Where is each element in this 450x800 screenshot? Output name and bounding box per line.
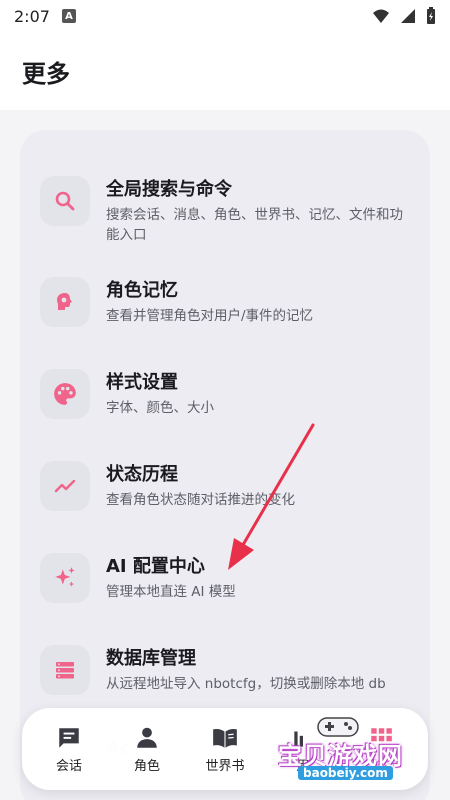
menu-item-desc: 管理本地直连 AI 模型 xyxy=(106,584,236,600)
book-icon xyxy=(213,728,237,748)
wifi-icon xyxy=(373,9,389,23)
menu-item-desc: 查看并管理角色对用户/事件的记忆 xyxy=(106,308,314,324)
sparkle-icon xyxy=(40,553,90,603)
watermark: 宝贝游戏网 baobeiy.com xyxy=(276,714,426,784)
watermark-url: baobeiy.com xyxy=(298,766,393,780)
menu-item-title: 全局搜索与命令 xyxy=(106,179,232,200)
nav-tab-label: 世界书 xyxy=(205,758,245,774)
menu-item-state-history[interactable]: 状态历程 查看角色状态随对话推进的变化 xyxy=(40,461,420,541)
status-icons xyxy=(372,7,436,25)
chat-icon xyxy=(59,727,79,748)
menu-item-desc: 搜索会话、消息、角色、世界书、记忆、文件和功能入口 xyxy=(106,207,403,243)
nav-tab-label: 会话 xyxy=(55,758,82,774)
person-icon xyxy=(137,727,157,748)
signal-icon xyxy=(401,9,415,23)
menu-item-title: 角色记忆 xyxy=(106,280,178,301)
menu-item-ai-config[interactable]: AI 配置中心 管理本地直连 AI 模型 xyxy=(40,553,420,633)
menu-item-desc: 字体、颜色、大小 xyxy=(106,400,214,416)
battery-icon xyxy=(427,7,435,24)
status-time: 2:07 xyxy=(14,6,50,26)
menu-item-title: AI 配置中心 xyxy=(106,556,205,577)
nav-tab-label: 角色 xyxy=(133,758,160,774)
menu-item-title: 数据库管理 xyxy=(106,648,196,669)
brain-icon xyxy=(40,277,90,327)
palette-icon xyxy=(40,369,90,419)
notification-badge: A xyxy=(61,9,76,23)
nav-tab-chats[interactable]: 会话 xyxy=(34,725,104,774)
page-title: 更多 xyxy=(22,59,70,88)
menu-item-global-search[interactable]: 全局搜索与命令 搜索会话、消息、角色、世界书、记忆、文件和功能入口 xyxy=(40,176,420,256)
nav-tab-worldbook[interactable]: 世界书 xyxy=(190,725,260,774)
menu-item-title: 样式设置 xyxy=(106,372,178,393)
database-icon xyxy=(40,645,90,695)
menu-item-style-settings[interactable]: 样式设置 字体、颜色、大小 xyxy=(40,369,420,449)
page-header: 更多 xyxy=(0,32,450,110)
menu-item-character-memory[interactable]: 角色记忆 查看并管理角色对用户/事件的记忆 xyxy=(40,277,420,357)
menu-item-desc: 从远程地址导入 nbotcfg，切换或删除本地 db xyxy=(106,676,386,692)
menu-item-desc: 查看角色状态随对话推进的变化 xyxy=(106,492,295,508)
menu-item-title: 状态历程 xyxy=(106,464,178,485)
status-bar: 2:07 A xyxy=(0,0,450,32)
trending-icon xyxy=(40,461,90,511)
search-icon xyxy=(40,176,90,226)
nav-tab-characters[interactable]: 角色 xyxy=(112,725,182,774)
